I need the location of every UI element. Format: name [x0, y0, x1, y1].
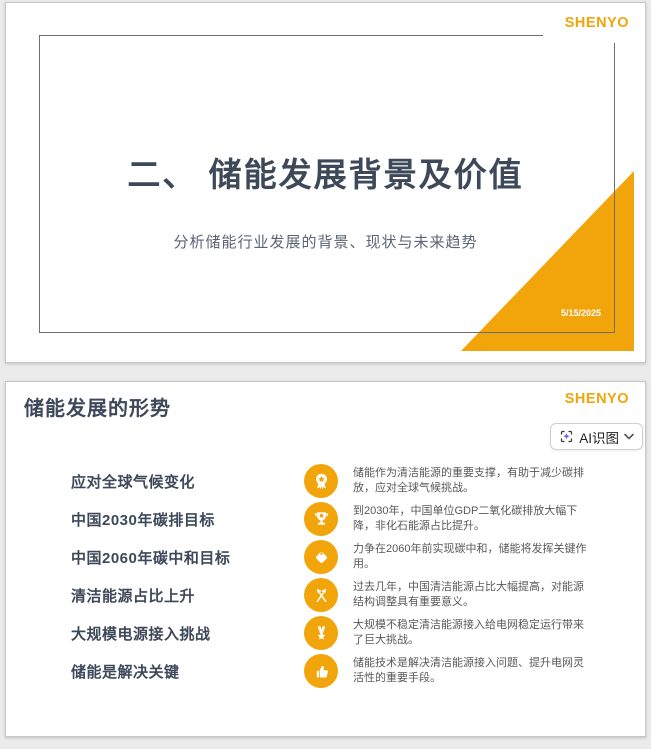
- item-label: 中国2060年碳中和目标: [71, 549, 231, 567]
- award-rosette-icon: [304, 464, 338, 498]
- item-label: 应对全球气候变化: [71, 473, 196, 491]
- list-item: 中国2060年碳中和目标 力争在2060年前实现碳中和，储能将发挥关键作用。: [71, 540, 591, 574]
- logo-area: SHENYO: [543, 3, 645, 43]
- shenyo-logo: SHENYO: [564, 391, 629, 407]
- list-item: 大规模电源接入挑战 大规模不稳定清洁能源接入给电网稳定运行带来了巨大挑战。: [71, 616, 591, 650]
- thumbs-up-icon: [304, 654, 338, 688]
- logo-area: SHENYO: [565, 390, 629, 408]
- slide-1-card: SHENYO 二、 储能发展背景及价值 分析储能行业发展的背景、现状与未来趋势 …: [5, 2, 646, 363]
- page-title: 储能发展的形势: [24, 398, 171, 420]
- section-title: 二、 储能发展背景及价值: [127, 156, 524, 193]
- shenyo-logo: SHENYO: [564, 15, 629, 31]
- medal-star-icon: [304, 616, 338, 650]
- item-description: 大规模不稳定清洁能源接入给电网稳定运行带来了巨大挑战。: [353, 618, 584, 646]
- crossed-flags-icon: [304, 578, 338, 612]
- item-label: 储能是解决关键: [71, 663, 180, 681]
- item-description: 力争在2060年前实现碳中和，储能将发挥关键作用。: [353, 542, 587, 570]
- list-item: 储能是解决关键 储能技术是解决清洁能源接入问题、提升电网灵活性的重要手段。: [71, 654, 591, 688]
- tag-icon: [304, 540, 338, 574]
- item-description: 储能技术是解决清洁能源接入问题、提升电网灵活性的重要手段。: [353, 656, 584, 684]
- list-item: 清洁能源占比上升 过去几年，中国清洁能源占比大幅提高，对能源结构调整具有重要意义…: [71, 578, 591, 612]
- item-description: 到2030年，中国单位GDP二氧化碳排放大幅下降，非化石能源占比提升。: [353, 504, 578, 532]
- item-label: 中国2030年碳排目标: [71, 511, 215, 529]
- ai-button-label: AI识图: [579, 430, 619, 446]
- item-description: 储能作为清洁能源的重要支撑，有助于减少碳排放，应对全球气候挑战。: [353, 466, 584, 494]
- list-item: 中国2030年碳排目标 到2030年，中国单位GDP二氧化碳排放大幅下降，非化石…: [71, 502, 591, 536]
- section-subtitle: 分析储能行业发展的背景、现状与未来趋势: [173, 234, 478, 251]
- slide-2-card: 储能发展的形势 SHENYO AI识图 应对全球气候变化 储能作为清洁能源的重要…: [5, 381, 646, 737]
- trophy-icon: [304, 502, 338, 536]
- ai-scan-sparkle-icon: [559, 429, 574, 444]
- item-description: 过去几年，中国清洁能源占比大幅提高，对能源结构调整具有重要意义。: [353, 580, 584, 608]
- slide-date: 5/15/2025: [560, 308, 601, 318]
- item-label: 清洁能源占比上升: [71, 587, 196, 605]
- feature-list: 应对全球气候变化 储能作为清洁能源的重要支撑，有助于减少碳排放，应对全球气候挑战…: [71, 464, 591, 692]
- chevron-down-icon[interactable]: [624, 433, 634, 440]
- list-item: 应对全球气候变化 储能作为清洁能源的重要支撑，有助于减少碳排放，应对全球气候挑战…: [71, 464, 591, 498]
- item-label: 大规模电源接入挑战: [71, 625, 211, 643]
- ai-recognize-button[interactable]: AI识图: [550, 423, 643, 450]
